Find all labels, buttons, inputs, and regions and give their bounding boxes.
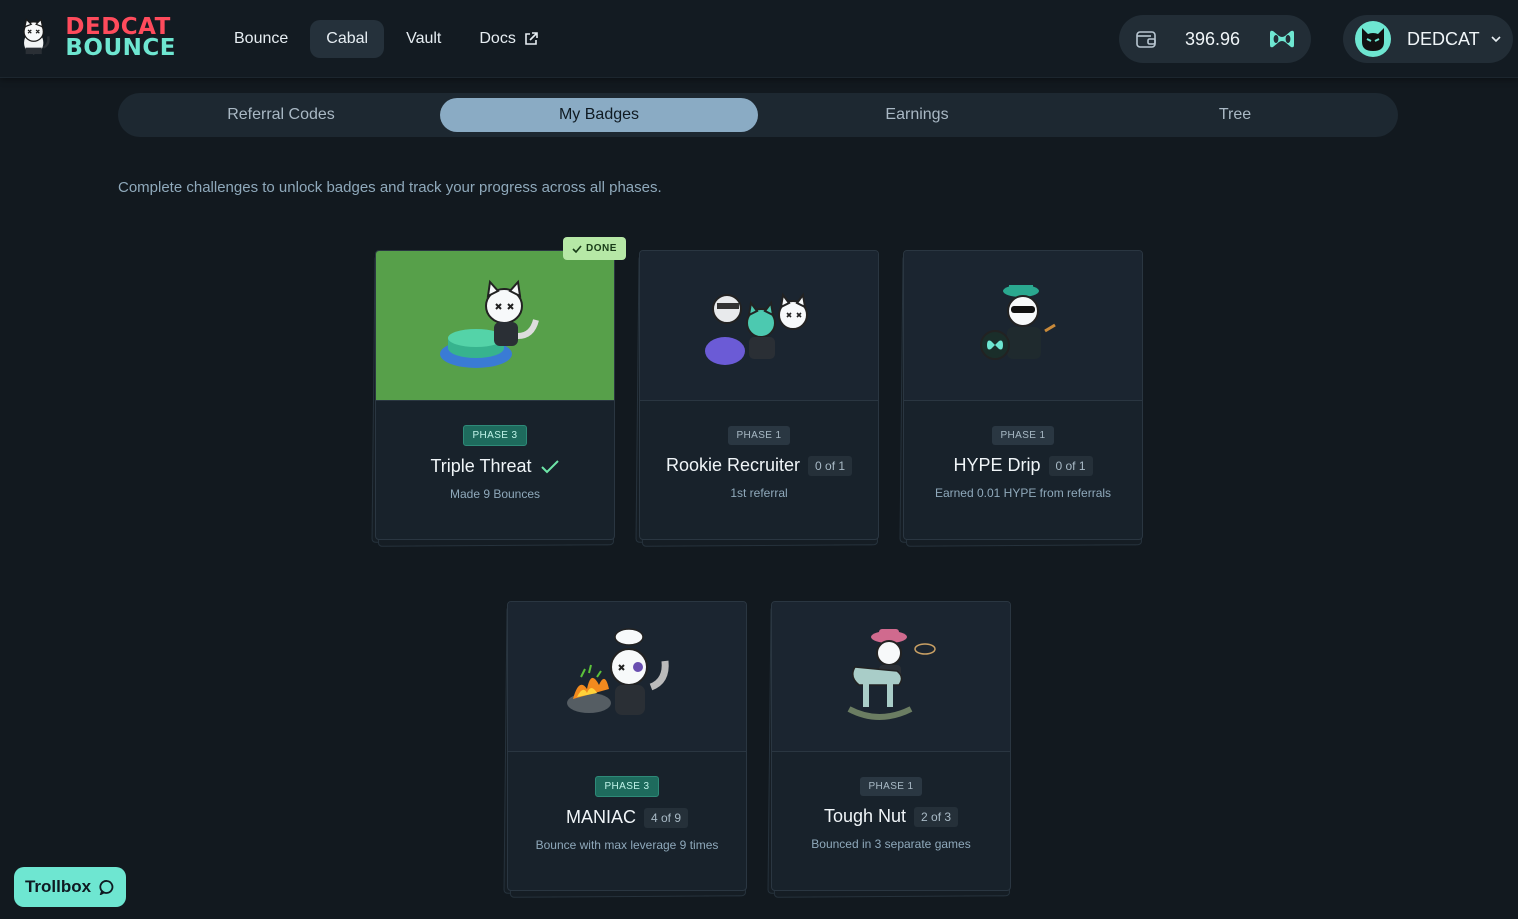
badge-title-row: HYPE Drip 0 of 1 bbox=[904, 455, 1142, 476]
cat-bounce-button-icon bbox=[440, 279, 539, 368]
badge-description: 1st referral bbox=[730, 486, 788, 500]
nav-vault[interactable]: Vault bbox=[390, 20, 457, 58]
badges-intro-text: Complete challenges to unlock badges and… bbox=[118, 179, 662, 196]
external-link-icon bbox=[525, 32, 538, 45]
badge-description: Earned 0.01 HYPE from referrals bbox=[934, 486, 1112, 500]
badge-info: PHASE 1 Tough Nut 2 of 3 Bounced in 3 se… bbox=[772, 752, 1010, 852]
cat-mobster-icon bbox=[980, 284, 1056, 360]
badge-art bbox=[772, 602, 1010, 752]
badge-hype-drip[interactable]: PHASE 1 HYPE Drip 0 of 1 Earned 0.01 HYP… bbox=[899, 250, 1143, 547]
badge-card: PHASE 1 Tough Nut 2 of 3 Bounced in 3 se… bbox=[771, 601, 1011, 891]
badge-title-row: Triple Threat bbox=[376, 456, 614, 477]
wallet-balance-value: 396.96 bbox=[1185, 28, 1241, 49]
nav-cabal[interactable]: Cabal bbox=[310, 20, 385, 58]
nav-label: Vault bbox=[406, 30, 442, 47]
badge-title-row: Rookie Recruiter 0 of 1 bbox=[640, 455, 878, 476]
nav-bounce[interactable]: Bounce bbox=[218, 20, 304, 58]
badge-art bbox=[904, 251, 1142, 401]
badge-progress-count: 0 of 1 bbox=[808, 455, 853, 476]
badge-title: MANIAC bbox=[565, 807, 636, 827]
cat-chef-icon bbox=[567, 627, 669, 715]
badge-card: PHASE 1 HYPE Drip 0 of 1 Earned 0.01 HYP… bbox=[903, 250, 1143, 540]
badge-art bbox=[640, 251, 878, 401]
tab-label: Referral Codes bbox=[227, 106, 335, 123]
cat-cowboy-rocking-horse-icon bbox=[847, 628, 936, 720]
trollbox-button[interactable]: Trollbox bbox=[14, 867, 126, 907]
done-tag: DONE bbox=[563, 237, 626, 260]
done-label: DONE bbox=[586, 243, 617, 254]
check-icon bbox=[572, 244, 582, 253]
tab-earnings[interactable]: Earnings bbox=[758, 98, 1076, 132]
badge-maniac[interactable]: PHASE 3 MANIAC 4 of 9 Bounce with max le… bbox=[503, 601, 747, 898]
badge-info: PHASE 1 HYPE Drip 0 of 1 Earned 0.01 HYP… bbox=[904, 401, 1142, 501]
badge-description: Bounce with max leverage 9 times bbox=[535, 838, 719, 852]
badge-card: PHASE 3 Triple Threat Made 9 Bounces bbox=[375, 250, 615, 540]
badge-art bbox=[376, 251, 614, 401]
tab-label: My Badges bbox=[558, 106, 640, 123]
badge-progress-count: 4 of 9 bbox=[643, 807, 689, 828]
user-menu[interactable]: DEDCAT bbox=[1343, 15, 1513, 63]
badge-art bbox=[508, 602, 746, 752]
badge-card: PHASE 1 Rookie Recruiter 0 of 1 1st refe… bbox=[639, 250, 879, 540]
badge-title-row: Tough Nut 2 of 3 bbox=[772, 806, 1010, 827]
badge-title-row: MANIAC 4 of 9 bbox=[508, 807, 746, 828]
check-icon bbox=[540, 459, 559, 473]
tab-label: Tree bbox=[1218, 106, 1252, 123]
phase-tag: PHASE 3 bbox=[595, 776, 659, 797]
nav-label: Bounce bbox=[234, 30, 289, 47]
logo-line-2: BOUNCE bbox=[65, 35, 176, 61]
badge-info: PHASE 1 Rookie Recruiter 0 of 1 1st refe… bbox=[640, 401, 878, 501]
trollbox-label: Trollbox bbox=[24, 877, 92, 896]
nav-docs[interactable]: Docs bbox=[463, 20, 553, 58]
phase-tag: PHASE 1 bbox=[992, 426, 1054, 445]
tab-label: Earnings bbox=[885, 106, 949, 123]
nav-label: Cabal bbox=[326, 30, 369, 47]
main-nav: Bounce Cabal Vault Docs bbox=[218, 20, 554, 58]
chat-bubble-icon bbox=[99, 880, 114, 895]
wallet-balance-pill[interactable]: 396.96 bbox=[1119, 15, 1311, 63]
hype-token-icon bbox=[1270, 30, 1294, 48]
badge-progress-count: 0 of 1 bbox=[1048, 455, 1093, 476]
badge-description: Made 9 Bounces bbox=[449, 487, 541, 501]
badge-info: PHASE 3 Triple Threat Made 9 Bounces bbox=[376, 401, 614, 502]
badge-description: Bounced in 3 separate games bbox=[811, 837, 971, 851]
chevron-down-icon bbox=[1491, 36, 1501, 43]
tab-my-badges[interactable]: My Badges bbox=[440, 98, 758, 132]
badge-rookie-recruiter[interactable]: PHASE 1 Rookie Recruiter 0 of 1 1st refe… bbox=[635, 250, 879, 547]
cat-logo-icon bbox=[23, 18, 50, 55]
cabal-tabs: Referral Codes My Badges Earnings Tree bbox=[118, 93, 1398, 137]
top-header: DEDCAT BOUNCE Bounce Cabal Vault Docs 39… bbox=[0, 0, 1518, 78]
badge-title: Rookie Recruiter bbox=[665, 455, 801, 475]
app-logo[interactable]: DEDCAT BOUNCE bbox=[16, 12, 176, 64]
wallet-icon bbox=[1136, 31, 1156, 48]
badge-card: PHASE 3 MANIAC 4 of 9 Bounce with max le… bbox=[507, 601, 747, 891]
badge-info: PHASE 3 MANIAC 4 of 9 Bounce with max le… bbox=[508, 752, 746, 853]
phase-tag: PHASE 3 bbox=[463, 425, 527, 446]
logo-wordmark: DEDCAT BOUNCE bbox=[65, 15, 176, 61]
badge-title: Tough Nut bbox=[823, 806, 907, 826]
badge-title: Triple Threat bbox=[430, 456, 532, 476]
badge-progress-count: 2 of 3 bbox=[914, 806, 959, 827]
nav-label: Docs bbox=[479, 30, 516, 47]
cat-squad-icon bbox=[705, 292, 808, 365]
badge-title: HYPE Drip bbox=[953, 455, 1041, 475]
tab-referral-codes[interactable]: Referral Codes bbox=[122, 98, 440, 132]
tab-tree[interactable]: Tree bbox=[1076, 98, 1394, 132]
phase-tag: PHASE 1 bbox=[728, 426, 790, 445]
badge-tough-nut[interactable]: PHASE 1 Tough Nut 2 of 3 Bounced in 3 se… bbox=[767, 601, 1011, 898]
badge-triple-threat[interactable]: PHASE 3 Triple Threat Made 9 Bounces bbox=[371, 250, 615, 547]
user-name: DEDCAT bbox=[1407, 28, 1480, 49]
cat-avatar-icon bbox=[1355, 21, 1391, 57]
phase-tag: PHASE 1 bbox=[860, 777, 922, 796]
